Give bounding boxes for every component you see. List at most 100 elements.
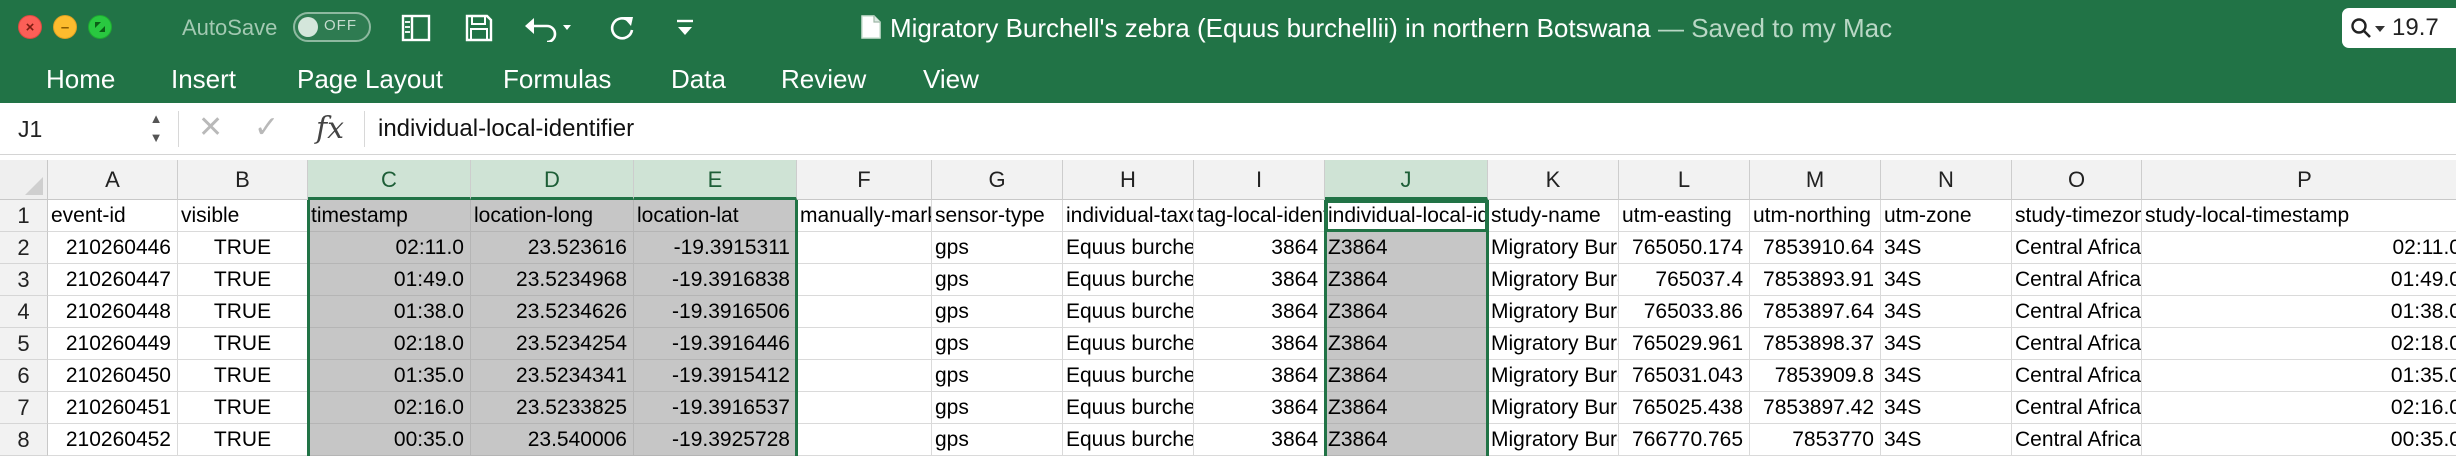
column-header-n[interactable]: N: [1881, 160, 2012, 200]
cell-b7[interactable]: TRUE: [178, 392, 308, 424]
column-header-p[interactable]: P: [2142, 160, 2456, 200]
undo-button[interactable]: [522, 12, 580, 44]
column-header-l[interactable]: L: [1619, 160, 1750, 200]
cell-d7[interactable]: 23.5233825: [471, 392, 634, 424]
cell-i7[interactable]: 3864: [1194, 392, 1325, 424]
cell-i4[interactable]: 3864: [1194, 296, 1325, 328]
cell-c4[interactable]: 01:38.0: [308, 296, 471, 328]
cell-f5[interactable]: [797, 328, 932, 360]
cell-j4[interactable]: Z3864: [1325, 296, 1488, 328]
tab-review[interactable]: Review: [781, 64, 866, 95]
cell-f2[interactable]: [797, 232, 932, 264]
cell-p8[interactable]: 00:35.0: [2142, 424, 2456, 456]
column-header-d[interactable]: D: [471, 160, 634, 200]
cell-e8[interactable]: -19.3925728: [634, 424, 797, 456]
cell-k3[interactable]: Migratory Burchell's zebra: [1488, 264, 1619, 296]
minimize-window-button[interactable]: –: [53, 15, 77, 39]
cell-n7[interactable]: 34S: [1881, 392, 2012, 424]
cell-a2[interactable]: 210260446: [48, 232, 178, 264]
cell-j8[interactable]: Z3864: [1325, 424, 1488, 456]
cell-h6[interactable]: Equus burchellii: [1063, 360, 1194, 392]
cell-n4[interactable]: 34S: [1881, 296, 2012, 328]
tab-formulas[interactable]: Formulas: [503, 64, 611, 95]
cell-g5[interactable]: gps: [932, 328, 1063, 360]
cell-j7[interactable]: Z3864: [1325, 392, 1488, 424]
cell-e4[interactable]: -19.3916506: [634, 296, 797, 328]
cell-m3[interactable]: 7853893.91: [1750, 264, 1881, 296]
cell-k1[interactable]: study-name: [1488, 200, 1619, 232]
select-all-button[interactable]: [0, 160, 48, 200]
cell-h5[interactable]: Equus burchellii: [1063, 328, 1194, 360]
redo-button[interactable]: [606, 12, 640, 44]
cell-c1[interactable]: timestamp: [308, 200, 471, 232]
cell-m7[interactable]: 7853897.42: [1750, 392, 1881, 424]
cell-o4[interactable]: Central Africa Time: [2012, 296, 2142, 328]
cell-o1[interactable]: study-timezone: [2012, 200, 2142, 232]
cell-c7[interactable]: 02:16.0: [308, 392, 471, 424]
cell-g8[interactable]: gps: [932, 424, 1063, 456]
cell-n3[interactable]: 34S: [1881, 264, 2012, 296]
cell-g6[interactable]: gps: [932, 360, 1063, 392]
customize-toolbar-button[interactable]: [670, 12, 700, 44]
cell-n1[interactable]: utm-zone: [1881, 200, 2012, 232]
cell-g4[interactable]: gps: [932, 296, 1063, 328]
cell-p2[interactable]: 02:11.0: [2142, 232, 2456, 264]
column-header-a[interactable]: A: [48, 160, 178, 200]
cell-a1[interactable]: event-id: [48, 200, 178, 232]
cell-b2[interactable]: TRUE: [178, 232, 308, 264]
cell-g3[interactable]: gps: [932, 264, 1063, 296]
column-header-g[interactable]: G: [932, 160, 1063, 200]
row-header[interactable]: 5: [0, 328, 48, 360]
cell-d4[interactable]: 23.5234626: [471, 296, 634, 328]
cell-a7[interactable]: 210260451: [48, 392, 178, 424]
cell-p4[interactable]: 01:38.0: [2142, 296, 2456, 328]
cell-p1[interactable]: study-local-timestamp: [2142, 200, 2456, 232]
insert-function-button[interactable]: fx: [316, 111, 344, 146]
row-header[interactable]: 3: [0, 264, 48, 296]
cell-c6[interactable]: 01:35.0: [308, 360, 471, 392]
cell-l8[interactable]: 766770.765: [1619, 424, 1750, 456]
row-header[interactable]: 1: [0, 200, 48, 232]
row-header[interactable]: 2: [0, 232, 48, 264]
cell-j3[interactable]: Z3864: [1325, 264, 1488, 296]
cell-o6[interactable]: Central Africa Time: [2012, 360, 2142, 392]
cell-o3[interactable]: Central Africa Time: [2012, 264, 2142, 296]
cell-j2[interactable]: Z3864: [1325, 232, 1488, 264]
sidebar-button[interactable]: [398, 12, 434, 44]
cell-m5[interactable]: 7853898.37: [1750, 328, 1881, 360]
tab-home[interactable]: Home: [46, 64, 115, 95]
cell-i5[interactable]: 3864: [1194, 328, 1325, 360]
cell-k4[interactable]: Migratory Burchell's zebra: [1488, 296, 1619, 328]
cell-p7[interactable]: 02:16.0: [2142, 392, 2456, 424]
cell-d1[interactable]: location-long: [471, 200, 634, 232]
close-window-button[interactable]: ×: [18, 15, 42, 39]
cell-e1[interactable]: location-lat: [634, 200, 797, 232]
autosave-toggle[interactable]: OFF: [293, 12, 371, 42]
cell-g2[interactable]: gps: [932, 232, 1063, 264]
cell-b5[interactable]: TRUE: [178, 328, 308, 360]
cell-d5[interactable]: 23.5234254: [471, 328, 634, 360]
row-header[interactable]: 4: [0, 296, 48, 328]
cell-e7[interactable]: -19.3916537: [634, 392, 797, 424]
cell-n2[interactable]: 34S: [1881, 232, 2012, 264]
cell-j1[interactable]: individual-local-identifier: [1325, 200, 1488, 232]
cell-o2[interactable]: Central Africa Time: [2012, 232, 2142, 264]
cell-e5[interactable]: -19.3916446: [634, 328, 797, 360]
tab-view[interactable]: View: [923, 64, 979, 95]
cell-g1[interactable]: sensor-type: [932, 200, 1063, 232]
cell-k7[interactable]: Migratory Burchell's zebra: [1488, 392, 1619, 424]
tab-insert[interactable]: Insert: [171, 64, 236, 95]
cell-k8[interactable]: Migratory Burchell's zebra: [1488, 424, 1619, 456]
cell-j6[interactable]: Z3864: [1325, 360, 1488, 392]
cell-f8[interactable]: [797, 424, 932, 456]
cell-l6[interactable]: 765031.043: [1619, 360, 1750, 392]
cell-i1[interactable]: tag-local-identifier: [1194, 200, 1325, 232]
cell-n8[interactable]: 34S: [1881, 424, 2012, 456]
cell-f1[interactable]: manually-marked-outlier: [797, 200, 932, 232]
name-box-stepper[interactable]: ▲ ▼: [145, 109, 167, 147]
column-header-i[interactable]: I: [1194, 160, 1325, 200]
column-header-c[interactable]: C: [308, 160, 471, 200]
column-header-f[interactable]: F: [797, 160, 932, 200]
cell-i8[interactable]: 3864: [1194, 424, 1325, 456]
cell-l2[interactable]: 765050.174: [1619, 232, 1750, 264]
